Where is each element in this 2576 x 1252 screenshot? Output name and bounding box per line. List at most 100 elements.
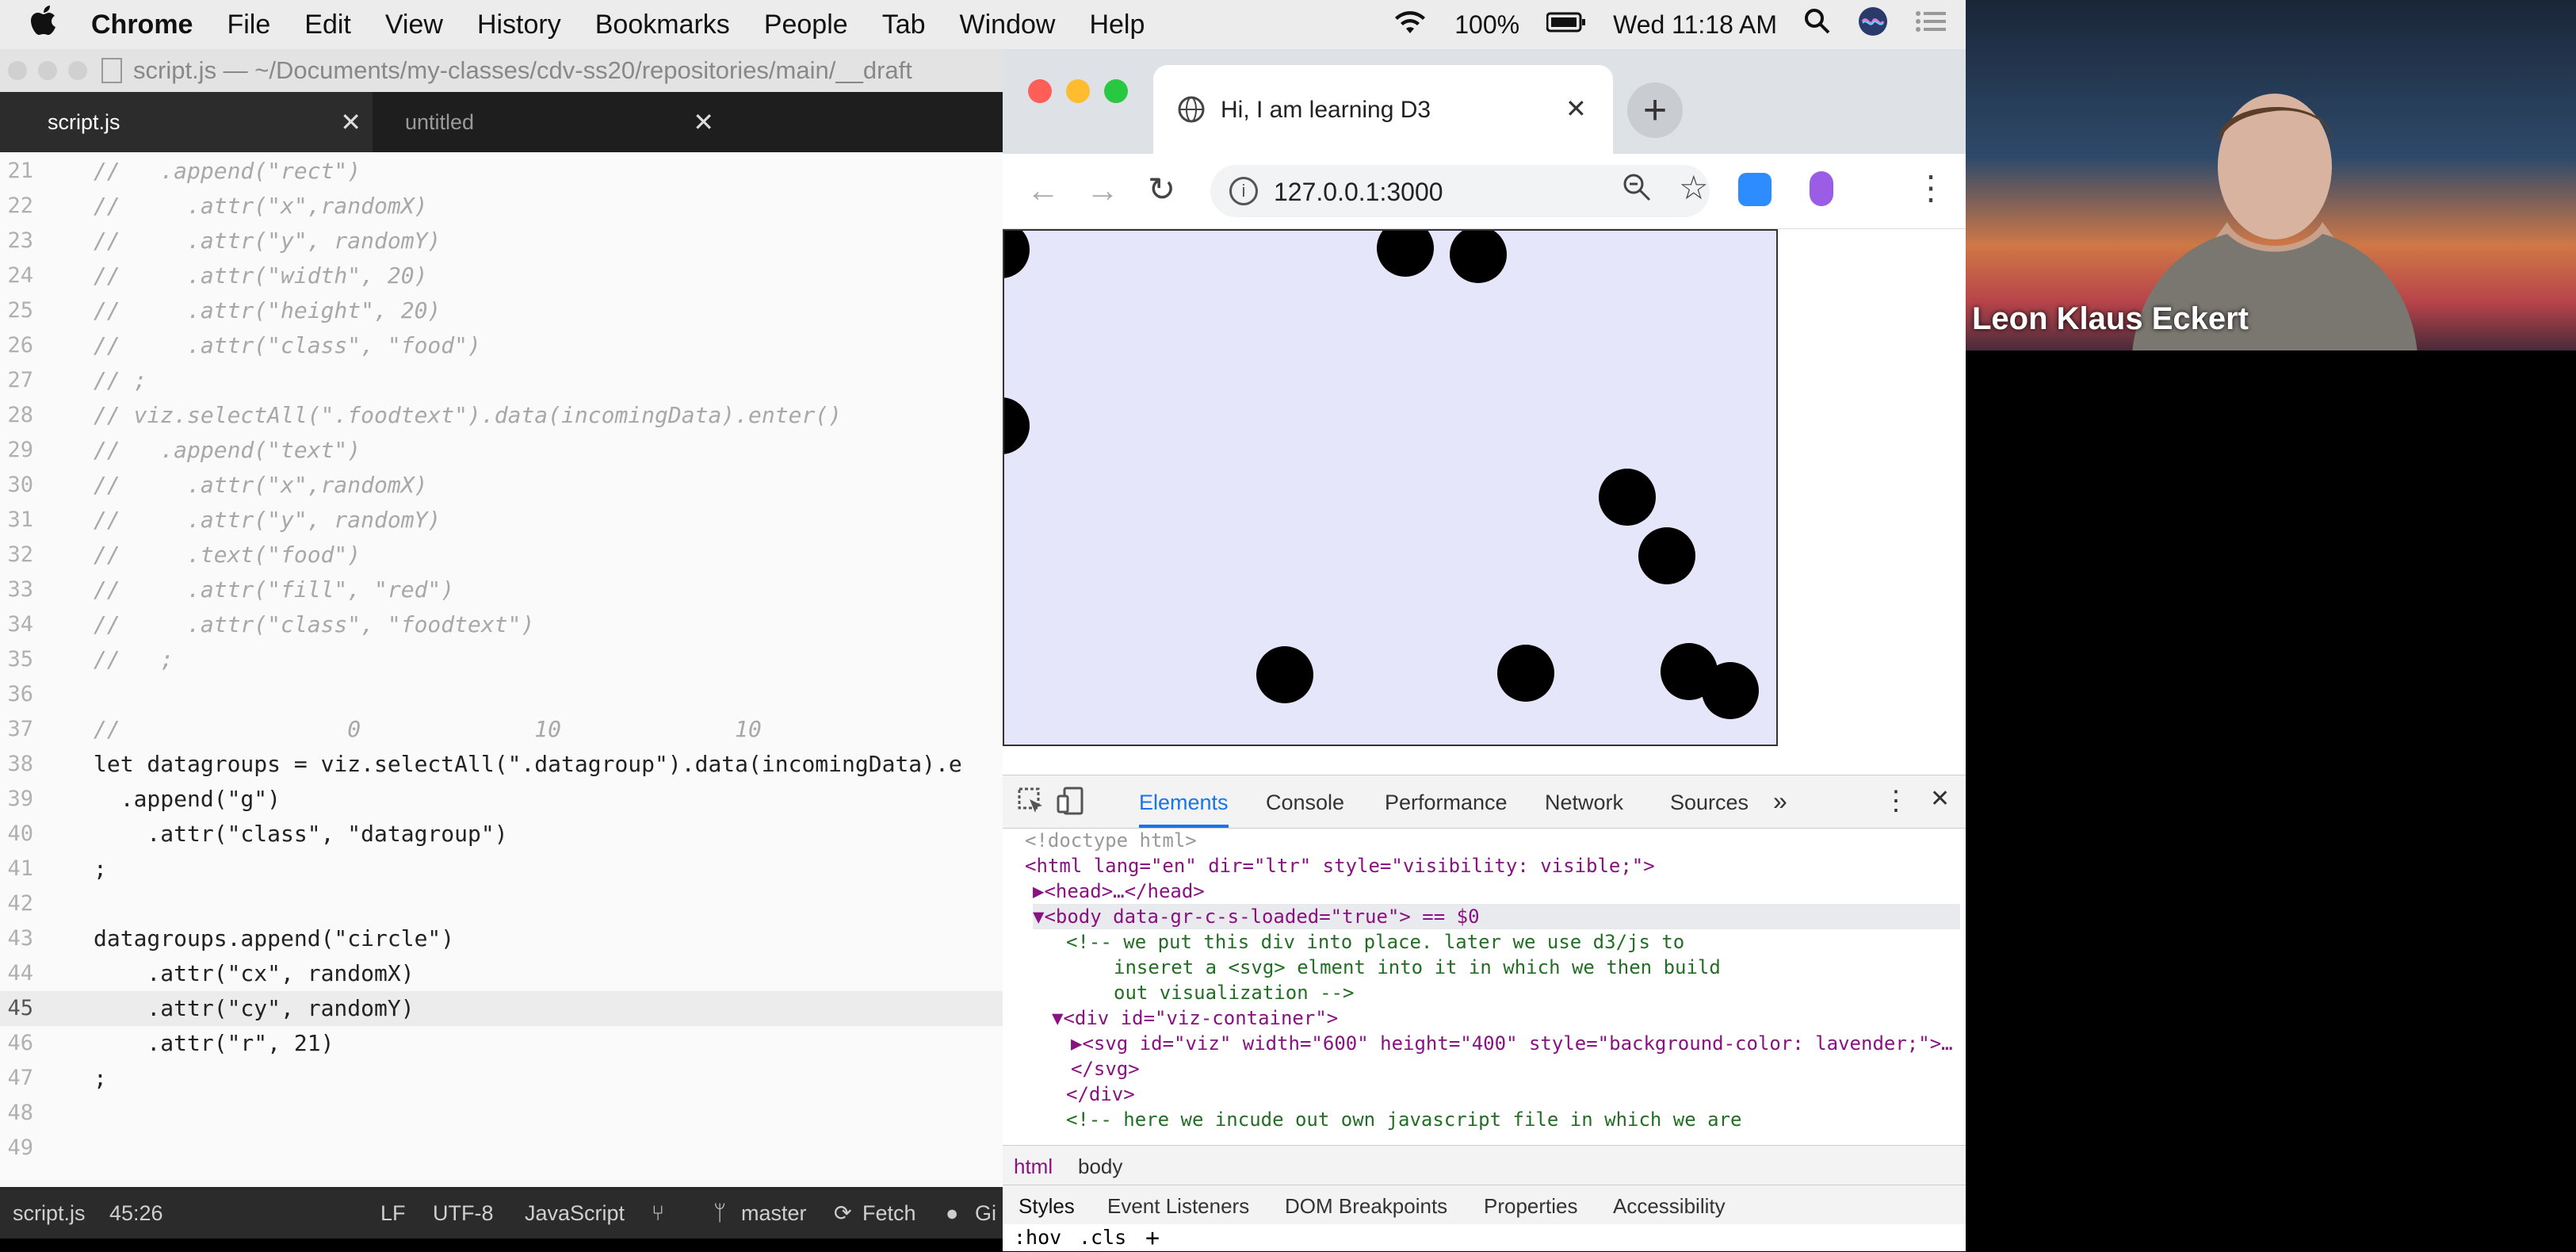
line-number: 36 <box>7 682 33 706</box>
editor-minimize-icon[interactable] <box>38 61 57 80</box>
menu-edit[interactable]: Edit <box>304 10 351 40</box>
apple-icon[interactable] <box>30 5 57 44</box>
editor-tab-untitled[interactable]: untitled ✕ <box>376 92 725 152</box>
code-line: 38 let datagroups = viz.selectAll(".datag… <box>0 747 1003 782</box>
editor-tab-script-js[interactable]: script.js ✕ <box>0 92 373 152</box>
close-tab-icon[interactable]: ✕ <box>340 107 361 137</box>
code-text: // .attr("class", "food") <box>94 332 481 358</box>
menu-tab[interactable]: Tab <box>882 10 926 40</box>
hover-state-button[interactable]: :hov <box>1014 1226 1061 1249</box>
url-text[interactable]: 127.0.0.1:3000 <box>1274 178 1443 207</box>
editor-zoom-icon[interactable] <box>68 61 87 80</box>
code-editor-window: script.js — ~/Documents/my-classes/cdv-s… <box>0 49 1003 1239</box>
extension-icon[interactable] <box>1810 171 1833 206</box>
code-area[interactable]: 21 // .append("rect") 22 // .attr("x",rand… <box>0 154 1003 1177</box>
dom-breadcrumbs: html body <box>1003 1145 1966 1185</box>
code-text: .attr("class", "datagroup") <box>94 821 508 847</box>
dom-line[interactable]: <html lang="en" dir="ltr" style="visibil… <box>1025 853 1655 879</box>
devtools-menu-icon[interactable]: ⋮ <box>1882 785 1909 817</box>
class-toggle-button[interactable]: .cls <box>1079 1226 1126 1249</box>
status-file[interactable]: script.js <box>13 1201 86 1226</box>
notification-center-icon[interactable] <box>1915 10 1947 40</box>
browser-menu-icon[interactable]: ⋮ <box>1914 168 1947 207</box>
dom-tree[interactable]: <!doctype html> <html lang="en" dir="ltr… <box>1003 828 1966 1145</box>
browser-tab-active[interactable]: Hi, I am learning D3 ✕ <box>1153 65 1613 154</box>
code-line: 39 .append("g") <box>0 782 1003 817</box>
more-tabs-icon[interactable]: » <box>1773 787 1787 816</box>
browser-zoom-button[interactable] <box>1104 79 1128 103</box>
status-fetch[interactable]: Fetch <box>862 1201 916 1226</box>
reload-icon[interactable]: ↻ <box>1148 170 1175 209</box>
code-line: 42 <box>0 886 1003 921</box>
spotlight-search-icon[interactable] <box>1804 8 1831 41</box>
line-number: 31 <box>7 507 33 532</box>
dom-line[interactable]: ▶<svg id="viz" width="600" height="400" … <box>1071 1031 1953 1056</box>
devtools-tab-performance[interactable]: Performance <box>1385 791 1508 815</box>
info-icon[interactable]: i <box>1229 177 1258 205</box>
status-line-ending[interactable]: LF <box>380 1201 406 1226</box>
back-arrow-icon[interactable]: ← <box>1026 171 1060 209</box>
zoom-magnifier-icon[interactable] <box>1621 171 1653 207</box>
dom-line[interactable]: <!doctype html> <box>1025 828 1197 853</box>
styles-tab-dom-breakpoints[interactable]: DOM Breakpoints <box>1285 1194 1447 1219</box>
dom-line[interactable]: ▼<div id="viz-container"> <box>1052 1005 1338 1031</box>
close-tab-icon[interactable]: ✕ <box>693 107 714 137</box>
line-number: 46 <box>7 1031 33 1055</box>
styles-tab-properties[interactable]: Properties <box>1484 1194 1578 1219</box>
devtools-tab-console[interactable]: Console <box>1266 791 1344 815</box>
siri-icon[interactable] <box>1858 6 1888 43</box>
dom-line[interactable]: <!-- we put this div into place. later w… <box>1066 929 1684 955</box>
status-branch[interactable]: master <box>741 1201 807 1226</box>
line-number: 33 <box>7 577 33 602</box>
breadcrumb-body[interactable]: body <box>1078 1154 1122 1179</box>
menu-bookmarks[interactable]: Bookmarks <box>595 10 730 40</box>
styles-tab-accessibility[interactable]: Accessibility <box>1613 1194 1726 1219</box>
styles-tab-event-listeners[interactable]: Event Listeners <box>1107 1194 1249 1219</box>
dom-line[interactable]: ▶<head>…</head> <box>1033 879 1205 904</box>
styles-tab-styles[interactable]: Styles <box>1019 1194 1075 1219</box>
browser-minimize-button[interactable] <box>1066 79 1090 103</box>
status-github[interactable]: Gi <box>975 1201 996 1226</box>
menu-chrome[interactable]: Chrome <box>91 10 193 40</box>
viz-svg-canvas[interactable] <box>1003 229 1778 746</box>
device-toolbar-icon[interactable] <box>1057 787 1085 821</box>
menu-clock[interactable]: Wed 11:18 AM <box>1613 10 1777 40</box>
menu-view[interactable]: View <box>385 10 443 40</box>
dom-line[interactable]: </div> <box>1066 1082 1135 1107</box>
new-tab-button[interactable]: + <box>1627 82 1683 138</box>
wifi-icon[interactable] <box>1393 8 1428 41</box>
breadcrumb-html[interactable]: html <box>1014 1154 1053 1179</box>
devtools-tab-elements[interactable]: Elements <box>1139 791 1229 828</box>
editor-tab-bar: script.js ✕ untitled ✕ <box>0 92 1003 152</box>
menu-window[interactable]: Window <box>960 10 1056 40</box>
browser-close-button[interactable] <box>1028 79 1052 103</box>
dom-line[interactable]: out visualization --> <box>1114 980 1354 1005</box>
zoom-extension-icon[interactable] <box>1738 173 1771 206</box>
editor-close-icon[interactable] <box>8 61 27 80</box>
forward-arrow-icon[interactable]: → <box>1086 171 1119 209</box>
code-line: 46 .attr("r", 21) <box>0 1026 1003 1061</box>
devtools-tab-network[interactable]: Network <box>1545 791 1623 815</box>
status-cursor-position[interactable]: 45:26 <box>109 1201 163 1226</box>
inspect-element-icon[interactable] <box>1017 787 1045 821</box>
status-encoding[interactable]: UTF-8 <box>433 1201 494 1226</box>
github-tree-icon[interactable]: ⑂ <box>652 1201 664 1226</box>
line-number: 25 <box>7 298 33 323</box>
menu-file[interactable]: File <box>227 10 270 40</box>
line-number: 32 <box>7 542 33 567</box>
menu-history[interactable]: History <box>477 10 561 40</box>
webcam-video-panel: Leon Klaus Eckert <box>1966 0 2576 350</box>
bookmark-star-icon[interactable]: ☆ <box>1679 168 1709 207</box>
dom-line[interactable]: </svg> <box>1071 1056 1140 1082</box>
menu-help[interactable]: Help <box>1089 10 1145 40</box>
code-line: 43 datagroups.append("circle") <box>0 921 1003 956</box>
dom-line[interactable]: inseret a <svg> elment into it in which … <box>1114 955 1721 980</box>
devtools-tab-sources[interactable]: Sources <box>1670 791 1749 815</box>
dom-line[interactable]: <!-- here we incude out own javascript f… <box>1066 1107 1742 1132</box>
status-grammar[interactable]: JavaScript <box>525 1201 625 1226</box>
close-tab-icon[interactable]: ✕ <box>1565 94 1587 124</box>
devtools-close-icon[interactable]: ✕ <box>1930 785 1950 813</box>
menu-people[interactable]: People <box>764 10 848 40</box>
dom-line-selected[interactable]: ▼<body data-gr-c-s-loaded="true"> == $0 <box>1033 904 1960 929</box>
battery-icon[interactable] <box>1546 10 1586 40</box>
